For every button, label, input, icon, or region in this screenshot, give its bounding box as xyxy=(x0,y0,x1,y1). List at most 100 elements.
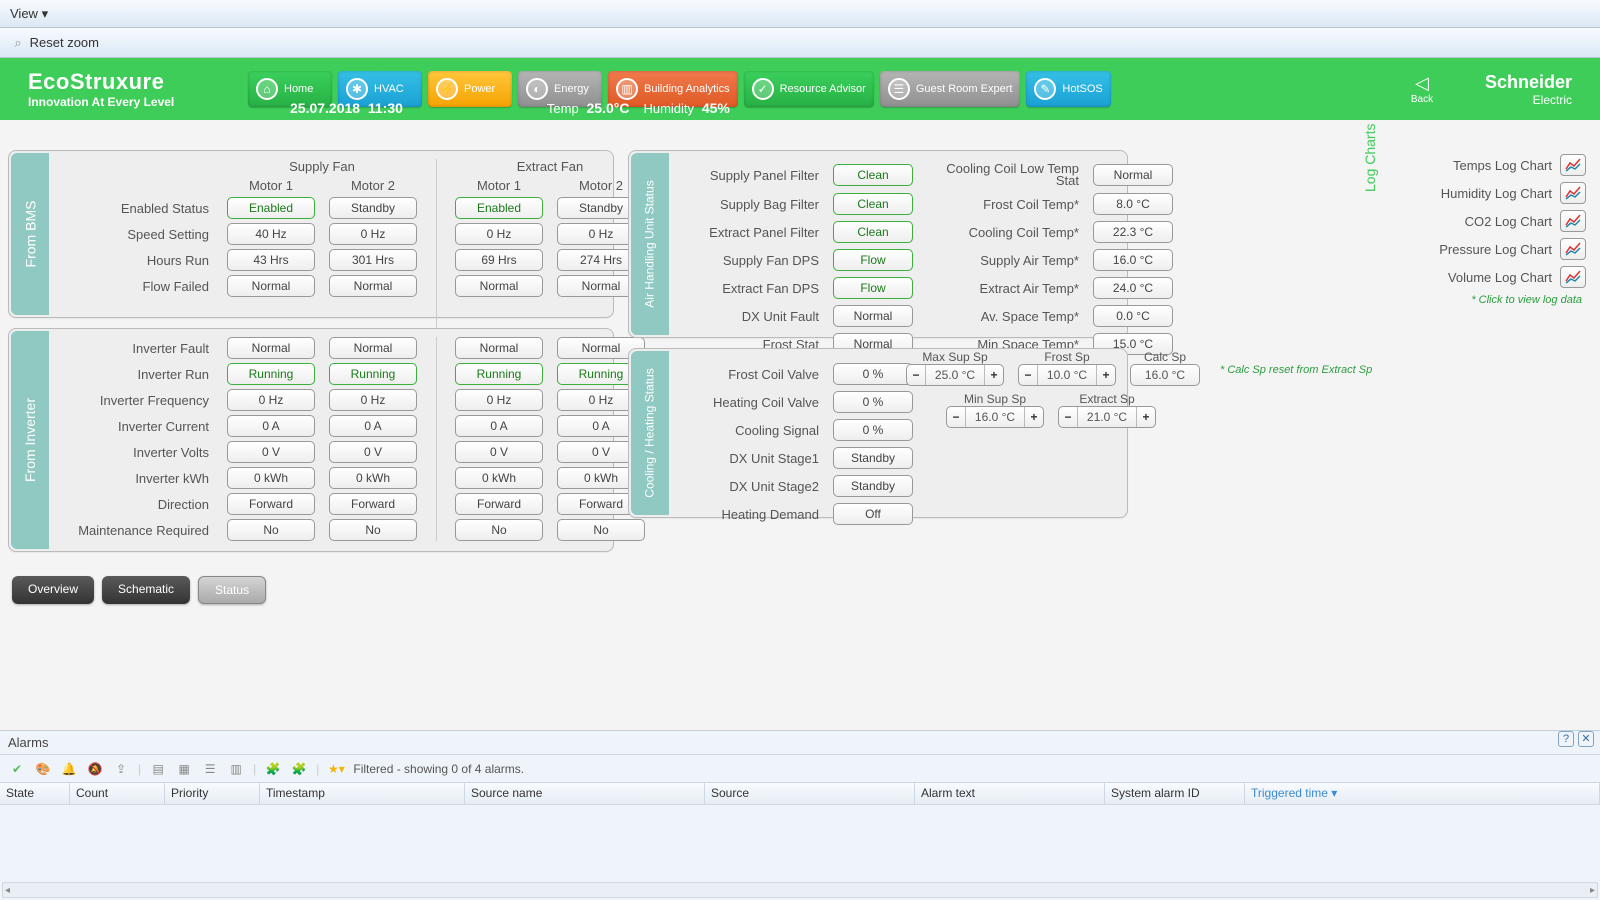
check-icon[interactable]: ✔ xyxy=(8,760,26,778)
val-hours-s1[interactable]: 43 Hrs xyxy=(227,249,315,271)
val-enabled-e1[interactable]: Enabled xyxy=(455,197,543,219)
menu-view[interactable]: View ▾ xyxy=(10,6,48,21)
tab-status[interactable]: Status xyxy=(198,576,266,604)
alarms-hscroll[interactable]: ◂▸ xyxy=(2,882,1598,898)
log-chart-4[interactable]: Volume Log Chart xyxy=(1386,266,1586,288)
val-chs-dx2[interactable]: Standby xyxy=(833,475,913,497)
val-enabled-s2[interactable]: Standby xyxy=(329,197,417,219)
minus-icon[interactable]: − xyxy=(1059,410,1077,424)
help-icon[interactable]: ? xyxy=(1558,731,1574,747)
val-cur-2[interactable]: 0 A xyxy=(455,415,543,437)
back-button[interactable]: ◁ Back xyxy=(1402,73,1442,105)
sp-min-sup[interactable]: −16.0 °C+ xyxy=(946,406,1044,428)
log-chart-0[interactable]: Temps Log Chart xyxy=(1386,154,1586,176)
val-cur-0[interactable]: 0 A xyxy=(227,415,315,437)
val-freq-2[interactable]: 0 Hz xyxy=(455,389,543,411)
star-icon[interactable]: ★▾ xyxy=(327,760,345,778)
export-icon[interactable]: ⇪ xyxy=(112,760,130,778)
plus-icon[interactable]: + xyxy=(1025,410,1043,424)
val-maint-0[interactable]: No xyxy=(227,519,315,541)
lbl-enabled-status: Enabled Status xyxy=(53,201,213,216)
log-chart-1[interactable]: Humidity Log Chart xyxy=(1386,182,1586,204)
close-icon[interactable]: ✕ xyxy=(1578,731,1594,747)
col-priority[interactable]: Priority xyxy=(165,783,260,804)
val-flow-s2[interactable]: Normal xyxy=(329,275,417,297)
val-dir-0[interactable]: Forward xyxy=(227,493,315,515)
col-source[interactable]: Source xyxy=(705,783,915,804)
val-speed-e1[interactable]: 0 Hz xyxy=(455,223,543,245)
log-chart-2[interactable]: CO2 Log Chart xyxy=(1386,210,1586,232)
val-speed-s1[interactable]: 40 Hz xyxy=(227,223,315,245)
val-fault-1[interactable]: Normal xyxy=(329,337,417,359)
val-ahu-epf[interactable]: Clean xyxy=(833,221,913,243)
lbl-chs-hd: Heating Demand xyxy=(673,507,823,522)
log-chart-3[interactable]: Pressure Log Chart xyxy=(1386,238,1586,260)
val-flow-e1[interactable]: Normal xyxy=(455,275,543,297)
val-run-0[interactable]: Running xyxy=(227,363,315,385)
nav-hotsos[interactable]: ✎HotSOS xyxy=(1026,71,1110,107)
val-maint-3[interactable]: No xyxy=(557,519,645,541)
val-hours-s2[interactable]: 301 Hrs xyxy=(329,249,417,271)
val-ahu-efd[interactable]: Flow xyxy=(833,277,913,299)
lbl-chs-dx2: DX Unit Stage2 xyxy=(673,479,823,494)
val-kwh-0[interactable]: 0 kWh xyxy=(227,467,315,489)
val-volt-0[interactable]: 0 V xyxy=(227,441,315,463)
val-fault-0[interactable]: Normal xyxy=(227,337,315,359)
val-flow-s1[interactable]: Normal xyxy=(227,275,315,297)
val-chs-hd[interactable]: Off xyxy=(833,503,913,525)
minus-icon[interactable]: − xyxy=(907,368,925,382)
val-volt-1[interactable]: 0 V xyxy=(329,441,417,463)
col-state[interactable]: State xyxy=(0,783,70,804)
bell-icon[interactable]: 🔔 xyxy=(60,760,78,778)
tab-overview[interactable]: Overview xyxy=(12,576,94,604)
col-timestamp[interactable]: Timestamp xyxy=(260,783,465,804)
list-icon[interactable]: ☰ xyxy=(201,760,219,778)
sp-max-sup[interactable]: −25.0 °C+ xyxy=(906,364,1004,386)
sp-frost[interactable]: −10.0 °C+ xyxy=(1018,364,1116,386)
grid-icon[interactable]: ▦ xyxy=(175,760,193,778)
val-enabled-s1[interactable]: Enabled xyxy=(227,197,315,219)
val-kwh-2[interactable]: 0 kWh xyxy=(455,467,543,489)
mute-icon[interactable]: 🔕 xyxy=(86,760,104,778)
val-run-2[interactable]: Running xyxy=(455,363,543,385)
col-system-alarm-id[interactable]: System alarm ID xyxy=(1105,783,1245,804)
col-count[interactable]: Count xyxy=(70,783,165,804)
val-freq-1[interactable]: 0 Hz xyxy=(329,389,417,411)
val-speed-s2[interactable]: 0 Hz xyxy=(329,223,417,245)
val-chs-dx1[interactable]: Standby xyxy=(833,447,913,469)
plus-icon[interactable]: + xyxy=(985,368,1003,382)
plus-icon[interactable]: + xyxy=(1097,368,1115,382)
table-icon[interactable]: ▥ xyxy=(227,760,245,778)
col-source-name[interactable]: Source name xyxy=(465,783,705,804)
filter-off-icon[interactable]: 🧩 xyxy=(290,760,308,778)
note-icon[interactable]: ▤ xyxy=(149,760,167,778)
tab-schematic[interactable]: Schematic xyxy=(102,576,190,604)
nav-resource-advisor[interactable]: ✓Resource Advisor xyxy=(744,71,874,107)
val-dir-2[interactable]: Forward xyxy=(455,493,543,515)
val-kwh-1[interactable]: 0 kWh xyxy=(329,467,417,489)
col-alarm-text[interactable]: Alarm text xyxy=(915,783,1105,804)
val-run-1[interactable]: Running xyxy=(329,363,417,385)
val-ahu-dxf[interactable]: Normal xyxy=(833,305,913,327)
val-ahu-sfd[interactable]: Flow xyxy=(833,249,913,271)
val-cur-1[interactable]: 0 A xyxy=(329,415,417,437)
val-freq-0[interactable]: 0 Hz xyxy=(227,389,315,411)
filter-on-icon[interactable]: 🧩 xyxy=(264,760,282,778)
val-ahu-spf[interactable]: Clean xyxy=(833,164,913,186)
val-hours-e1[interactable]: 69 Hrs xyxy=(455,249,543,271)
minus-icon[interactable]: − xyxy=(947,410,965,424)
nav-guest-room-expert[interactable]: ☰Guest Room Expert xyxy=(880,71,1021,107)
val-fault-2[interactable]: Normal xyxy=(455,337,543,359)
minus-icon[interactable]: − xyxy=(1019,368,1037,382)
col-triggered-time[interactable]: Triggered time ▾ xyxy=(1245,783,1600,804)
palette-icon[interactable]: 🎨 xyxy=(34,760,52,778)
val-dir-1[interactable]: Forward xyxy=(329,493,417,515)
val-volt-2[interactable]: 0 V xyxy=(455,441,543,463)
val-maint-2[interactable]: No xyxy=(455,519,543,541)
val-maint-1[interactable]: No xyxy=(329,519,417,541)
sp-extract[interactable]: −21.0 °C+ xyxy=(1058,406,1156,428)
plus-icon[interactable]: + xyxy=(1137,410,1155,424)
val-ahu-sbf[interactable]: Clean xyxy=(833,193,913,215)
reset-zoom-button[interactable]: Reset zoom xyxy=(30,35,99,50)
clipboard-icon: ✎ xyxy=(1034,78,1056,100)
